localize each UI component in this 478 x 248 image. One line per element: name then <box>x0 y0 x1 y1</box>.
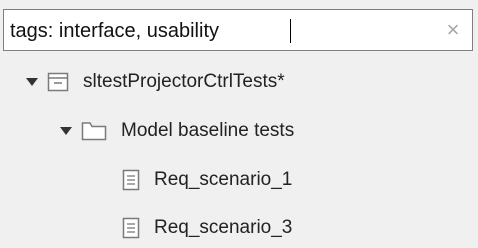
tree-item-test-case[interactable]: Req_scenario_3 <box>122 208 292 248</box>
tree-item-label: Req_scenario_3 <box>154 217 293 238</box>
folder-icon <box>81 121 107 141</box>
tree-item-test-suite[interactable]: Model baseline tests <box>56 111 294 151</box>
expand-arrow-icon[interactable] <box>56 121 76 141</box>
test-case-icon <box>122 217 140 239</box>
close-icon[interactable]: × <box>441 17 465 43</box>
search-text: tags: interface, usability <box>10 20 219 42</box>
tree-item-label: Model baseline tests <box>121 120 295 141</box>
test-file-icon <box>47 72 69 92</box>
tree-item-label: sltestProjectorCtrlTests* <box>83 71 285 92</box>
tree-item-test-file[interactable]: sltestProjectorCtrlTests* <box>22 62 285 102</box>
tree-item-label: Req_scenario_1 <box>154 169 293 190</box>
tree-item-test-case[interactable]: Req_scenario_1 <box>122 160 292 200</box>
expand-arrow-icon[interactable] <box>22 72 42 92</box>
test-case-icon <box>122 169 140 191</box>
text-caret <box>290 19 291 43</box>
search-input[interactable]: tags: interface, usability × <box>3 9 473 51</box>
